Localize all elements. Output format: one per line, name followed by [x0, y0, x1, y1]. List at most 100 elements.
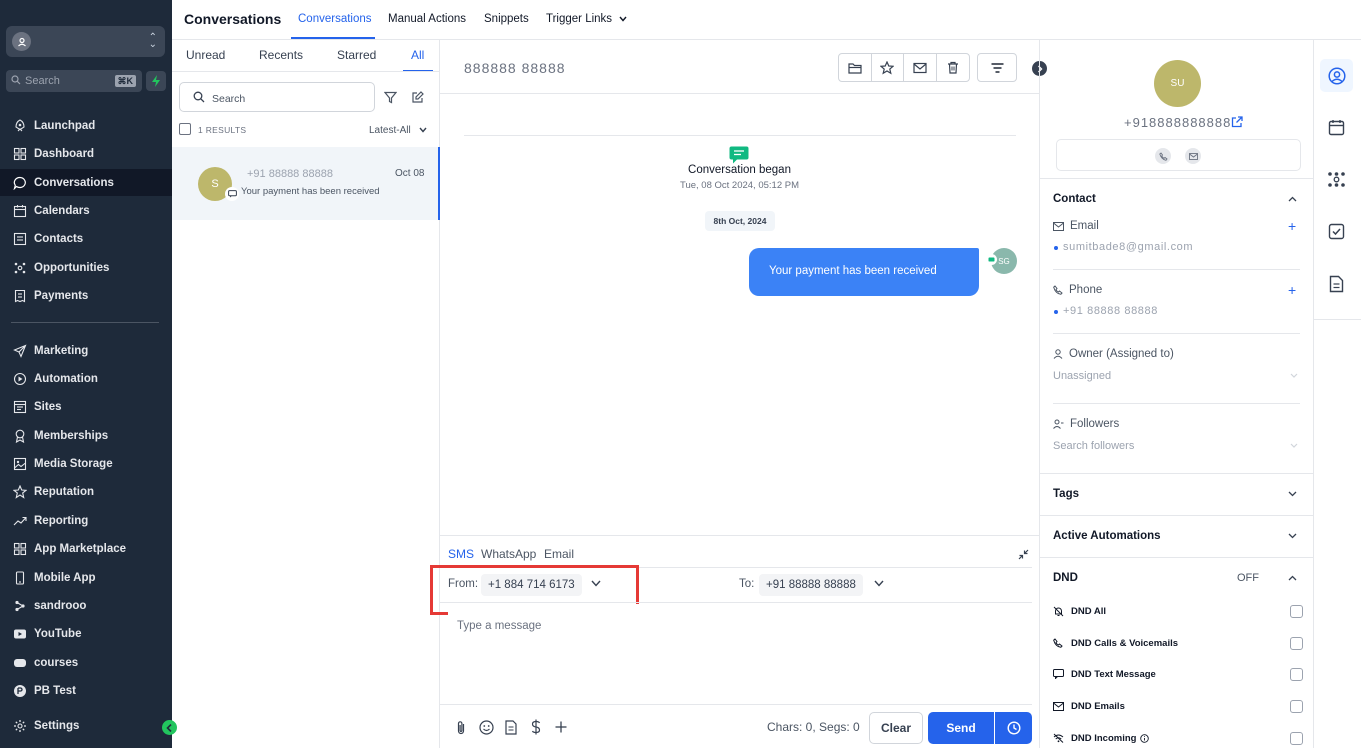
sidebar-item-reputation[interactable]: Reputation [0, 478, 172, 505]
sidebar-item-contacts[interactable]: Contacts [0, 225, 172, 252]
conversation-search-input[interactable]: Search [179, 82, 375, 112]
minimize-icon[interactable] [1018, 549, 1029, 560]
folder-icon[interactable] [839, 54, 872, 81]
message-input[interactable] [448, 604, 1032, 704]
external-link-icon[interactable] [1231, 116, 1243, 128]
sidebar-item-opportunities[interactable]: Opportunities [0, 254, 172, 281]
dnd-all-row: DND All [1053, 603, 1303, 619]
sidebar-item-marketing[interactable]: Marketing [0, 337, 172, 364]
sidebar-item-sandrooo[interactable]: sandrooo [0, 592, 172, 619]
to-number-select[interactable]: +91 88888 88888 [759, 574, 863, 596]
tab-recents[interactable]: Recents [259, 48, 303, 62]
conversation-contact-name: +91 88888 88888 [247, 168, 333, 180]
thread-filter-icon[interactable] [977, 53, 1017, 82]
tab-conversations[interactable]: Conversations [298, 13, 372, 25]
conversation-date: Oct 08 [395, 168, 425, 179]
outgoing-message-bubble[interactable]: Your payment has been received [749, 248, 979, 296]
quick-action-bolt-icon[interactable] [146, 71, 166, 91]
sidebar-item-launchpad[interactable]: Launchpad [0, 112, 172, 139]
chevron-down-icon[interactable] [1290, 443, 1298, 448]
dnd-emails-checkbox[interactable] [1290, 699, 1303, 713]
followers-label: Followers [1070, 418, 1120, 430]
add-email-button[interactable]: + [1288, 218, 1296, 234]
template-icon[interactable] [503, 719, 519, 735]
trash-icon[interactable] [937, 54, 969, 81]
conversation-list-item[interactable]: S +91 88888 88888 Oct 08 Your payment ha… [172, 147, 440, 220]
chevron-down-icon[interactable] [1290, 373, 1298, 378]
tab-all[interactable]: All [411, 48, 424, 62]
sidebar-item-reporting[interactable]: Reporting [0, 507, 172, 534]
dnd-incoming-checkbox[interactable] [1290, 731, 1303, 745]
tab-manual-actions[interactable]: Manual Actions [388, 13, 466, 25]
dnd-section[interactable]: DND [1053, 572, 1078, 584]
sidebar-search[interactable]: Search ⌘K [6, 70, 142, 92]
chevron-up-icon[interactable] [1288, 575, 1297, 581]
add-phone-button[interactable]: + [1288, 282, 1296, 298]
chevron-down-icon[interactable] [1288, 491, 1297, 497]
call-icon[interactable] [1155, 148, 1171, 164]
custom-link-icon [12, 598, 27, 613]
attachment-icon[interactable] [453, 719, 469, 735]
chevron-down-icon[interactable] [1288, 533, 1297, 539]
page-title: Conversations [184, 11, 282, 27]
email-value: sumitbade8@gmail.com [1063, 241, 1194, 253]
search-shortcut: ⌘K [114, 75, 136, 87]
star-icon[interactable] [872, 54, 904, 81]
sidebar: ⌃ ⌄ Search ⌘K Launchpad Dashboard Conversat… [0, 0, 177, 748]
pb-icon [12, 683, 27, 698]
sidebar-item-courses[interactable]: courses [0, 649, 172, 676]
tags-section[interactable]: Tags [1053, 488, 1079, 500]
sidebar-item-app-marketplace[interactable]: App Marketplace [0, 535, 172, 562]
dnd-all-checkbox[interactable] [1290, 604, 1303, 618]
sidebar-item-payments[interactable]: Payments [0, 282, 172, 309]
chevron-down-icon[interactable] [874, 580, 884, 587]
sidebar-item-media-storage[interactable]: Media Storage [0, 450, 172, 477]
filter-icon[interactable] [384, 91, 397, 104]
dnd-text-checkbox[interactable] [1290, 667, 1303, 681]
mail-icon[interactable] [904, 54, 937, 81]
owner-field-label: Owner (Assigned to) [1053, 348, 1174, 360]
tab-snippets[interactable]: Snippets [484, 13, 529, 25]
send-button[interactable]: Send [928, 712, 994, 744]
active-automations-section[interactable]: Active Automations [1053, 530, 1161, 542]
tab-starred[interactable]: Starred [337, 48, 376, 62]
sidebar-item-youtube[interactable]: YouTube [0, 620, 172, 647]
followers-search-input[interactable]: Search followers [1053, 440, 1134, 452]
add-icon[interactable] [553, 719, 569, 735]
payment-dollar-icon[interactable] [528, 719, 544, 735]
tasks-icon[interactable] [1320, 215, 1353, 248]
opportunities-icon[interactable] [1320, 163, 1353, 196]
sidebar-item-pb-test[interactable]: PB Test [0, 677, 172, 704]
owner-select[interactable]: Unassigned [1053, 370, 1111, 382]
notes-icon[interactable] [1320, 267, 1353, 300]
channel-tab-sms[interactable]: SMS [448, 547, 474, 561]
channel-tab-email[interactable]: Email [544, 547, 574, 561]
compose-icon[interactable] [411, 91, 424, 104]
account-switcher[interactable]: ⌃ ⌄ [6, 26, 165, 57]
calendar-icon[interactable] [1320, 111, 1353, 144]
emoji-icon[interactable] [478, 719, 494, 735]
sort-dropdown[interactable]: Latest-All [369, 125, 428, 136]
clear-button[interactable]: Clear [869, 712, 923, 744]
email-icon [1053, 701, 1066, 711]
sidebar-item-memberships[interactable]: Memberships [0, 422, 172, 449]
sidebar-item-mobile-app[interactable]: Mobile App [0, 564, 172, 591]
contact-profile-icon[interactable] [1320, 59, 1353, 92]
tab-unread[interactable]: Unread [186, 48, 225, 62]
sidebar-item-conversations[interactable]: Conversations [0, 169, 172, 196]
tab-trigger-links[interactable]: Trigger Links [546, 13, 627, 25]
send-icon [12, 343, 27, 358]
sidebar-item-dashboard[interactable]: Dashboard [0, 140, 172, 167]
divider [440, 704, 1032, 705]
email-icon[interactable] [1185, 148, 1201, 164]
channel-tab-whatsapp[interactable]: WhatsApp [481, 547, 536, 561]
sidebar-item-automation[interactable]: Automation [0, 365, 172, 392]
sidebar-item-calendars[interactable]: Calendars [0, 197, 172, 224]
schedule-clock-icon[interactable] [995, 712, 1032, 744]
sidebar-item-sites[interactable]: Sites [0, 393, 172, 420]
pipeline-icon [12, 260, 27, 275]
select-all-checkbox[interactable] [179, 123, 191, 135]
dnd-calls-checkbox[interactable] [1290, 636, 1303, 650]
chevron-up-icon[interactable] [1288, 196, 1297, 202]
sidebar-item-settings[interactable]: Settings [0, 712, 172, 739]
